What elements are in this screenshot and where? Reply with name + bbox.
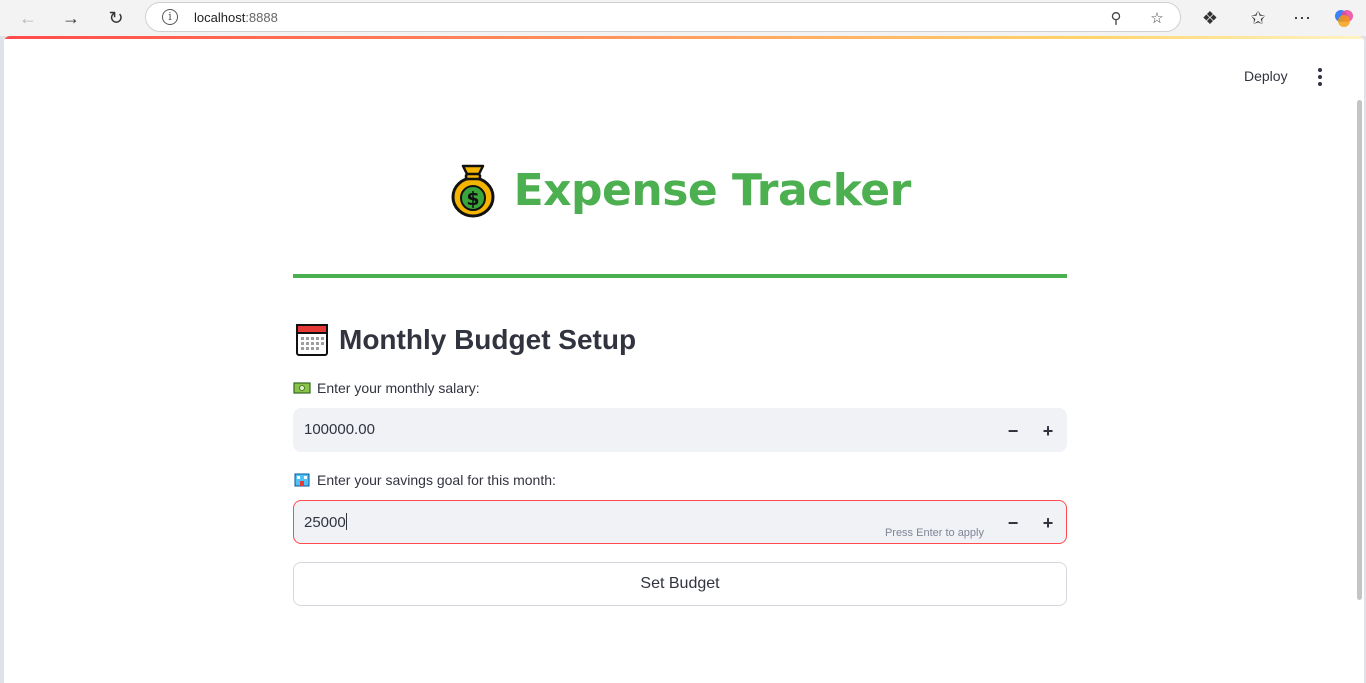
app-page: Deploy $ Expense Tracker Monthly Budget … <box>4 36 1364 683</box>
browser-toolbar: ← → ↻ i localhost:8888 ⚲ ☆ ❖ ✩ ⋯ <box>0 0 1366 36</box>
zoom-icon[interactable]: ⚲ <box>1105 7 1127 29</box>
press-enter-hint: Press Enter to apply <box>884 527 984 539</box>
site-info-icon[interactable]: i <box>162 9 178 25</box>
salary-increment-button[interactable]: + <box>1035 419 1061 443</box>
back-arrow-icon[interactable]: ← <box>14 4 42 32</box>
savings-label-text: Enter your savings goal for this month: <box>317 472 556 488</box>
page-scrollbar[interactable] <box>1357 100 1362 600</box>
more-menu-icon[interactable]: ⋯ <box>1288 4 1316 32</box>
salary-value[interactable]: 100000.00 <box>304 421 375 438</box>
section-header: Monthly Budget Setup <box>295 323 636 357</box>
svg-text:$: $ <box>467 188 480 210</box>
set-budget-button[interactable]: Set Budget <box>293 562 1067 606</box>
savings-decrement-button[interactable]: − <box>1000 511 1026 535</box>
salary-label: Enter your monthly salary: <box>293 380 480 396</box>
section-title: Monthly Budget Setup <box>339 324 637 355</box>
main-menu-icon[interactable] <box>1312 66 1328 88</box>
calendar-icon <box>296 324 328 356</box>
salary-number-input[interactable]: 100000.00 − + <box>293 408 1067 452</box>
reload-icon[interactable]: ↻ <box>102 4 130 32</box>
savings-value[interactable]: 25000 <box>304 514 346 531</box>
page-title-row: $ Expense Tracker <box>293 162 1067 218</box>
favorite-star-icon[interactable]: ☆ <box>1146 7 1168 29</box>
address-bar[interactable]: i localhost:8888 ⚲ ☆ <box>145 2 1181 32</box>
savings-value-wrap[interactable]: 25000 <box>304 513 347 531</box>
text-caret <box>345 513 347 530</box>
deploy-button[interactable]: Deploy <box>1244 68 1288 84</box>
banknote-icon <box>293 382 311 394</box>
url-host: localhost <box>194 10 246 25</box>
savings-number-input[interactable]: 25000 Press Enter to apply − + <box>293 500 1067 544</box>
title-divider <box>293 274 1067 278</box>
salary-decrement-button[interactable]: − <box>1000 419 1026 443</box>
url-port: :8888 <box>245 10 278 25</box>
url-text[interactable]: localhost:8888 <box>194 10 278 25</box>
forward-arrow-icon[interactable]: → <box>57 4 85 32</box>
bank-icon <box>294 473 310 487</box>
salary-label-text: Enter your monthly salary: <box>317 380 480 396</box>
favorites-list-icon[interactable]: ✩ <box>1244 4 1272 32</box>
savings-label: Enter your savings goal for this month: <box>293 472 556 488</box>
header-decoration <box>4 36 1364 39</box>
copilot-icon[interactable] <box>1330 4 1358 32</box>
page-title: Expense Tracker <box>513 164 912 216</box>
extensions-puzzle-icon[interactable]: ❖ <box>1196 4 1224 32</box>
savings-increment-button[interactable]: + <box>1035 511 1061 535</box>
money-bag-icon: $ <box>451 164 495 218</box>
